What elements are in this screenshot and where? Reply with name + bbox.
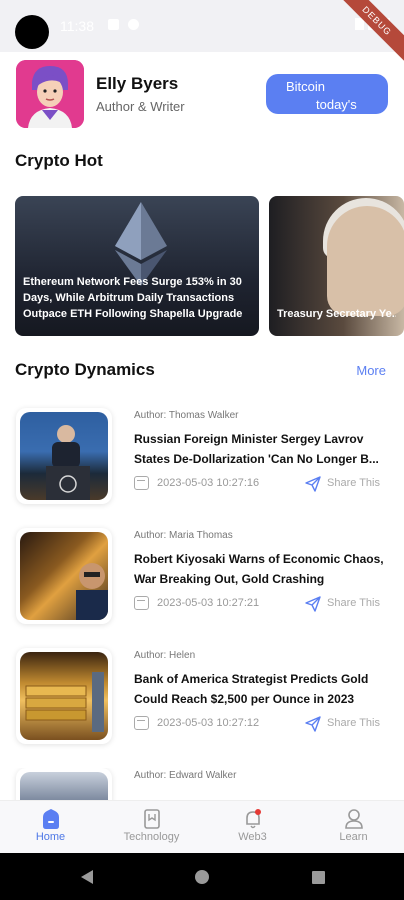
share-link[interactable]: Share This [327, 477, 380, 489]
podium-speaker-image [46, 425, 90, 500]
avatar-illustration-icon [16, 60, 84, 128]
portrait-face [327, 206, 404, 316]
article-author: Author: Helen [134, 650, 196, 661]
price-button-line1: Bitcoin [286, 79, 326, 94]
calendar-icon [134, 716, 149, 730]
notification-p-icon [128, 19, 139, 30]
hot-card[interactable]: Ethereum Network Fees Surge 153% in 30 D… [15, 196, 259, 336]
gold-bars-image [25, 672, 104, 732]
nav-label: Home [35, 831, 66, 843]
article-item[interactable]: Author: Edward Walker [0, 768, 404, 800]
article-date: 2023-05-03 10:27:16 [157, 477, 260, 489]
nav-home[interactable]: Home [0, 801, 101, 854]
article-date: 2023-05-03 10:27:12 [157, 717, 260, 729]
nav-label: Technology [123, 831, 180, 843]
price-button-line2: today's price [316, 97, 357, 130]
article-thumbnail [20, 772, 108, 800]
article-author: Author: Edward Walker [134, 770, 237, 781]
article-item[interactable]: Author: Thomas Walker Russian Foreign Mi… [0, 408, 404, 528]
hot-card-caption: Treasury Secretary Ye... Default on Its … [277, 308, 396, 320]
article-meta: 2023-05-03 10:27:16 Share This [134, 476, 392, 492]
status-bar: 11:38 DEBUG [0, 0, 404, 67]
camera-cutout [15, 15, 49, 49]
nav-web3[interactable]: Web3 [202, 801, 303, 854]
article-headline: Robert Kiyosaki Warns of Economic Chaos,… [134, 552, 384, 586]
web3-bell-icon [246, 809, 261, 829]
share-link[interactable]: Share This [327, 717, 380, 729]
user-role: Author & Writer [96, 99, 185, 114]
notification-a-icon [108, 19, 119, 30]
article-thumbnail-frame [16, 648, 112, 744]
article-thumbnail [20, 532, 108, 620]
more-link[interactable]: More [356, 363, 386, 378]
article-thumbnail-frame [16, 528, 112, 624]
article-meta: 2023-05-03 10:27:21 Share This [134, 596, 392, 612]
user-name: Elly Byers [96, 74, 179, 93]
bottom-nav: Home Technology Web3 Learn [0, 800, 404, 853]
article-thumbnail-frame [16, 408, 112, 504]
back-icon[interactable] [81, 870, 93, 884]
article-thumbnail-frame [16, 768, 112, 800]
home-circle-icon[interactable] [195, 870, 209, 884]
hot-card[interactable]: Treasury Secretary Ye... Default on Its … [269, 196, 404, 336]
system-nav-bar [0, 853, 404, 900]
article-date: 2023-05-03 10:27:21 [157, 597, 260, 609]
crypto-dynamics-title: Crypto Dynamics [15, 360, 155, 379]
recents-icon[interactable] [312, 871, 325, 884]
burning-city-portrait-image [76, 563, 108, 620]
status-time: 11:38 [60, 18, 94, 34]
nav-learn[interactable]: Learn [303, 801, 404, 854]
send-share-icon[interactable] [304, 475, 322, 493]
article-meta: 2023-05-03 10:27:12 Share This [134, 716, 392, 732]
article-headline [134, 789, 392, 800]
nav-label: Learn [339, 831, 368, 843]
calendar-icon [134, 476, 149, 490]
hot-card-caption: Ethereum Network Fees Surge 153% in 30 D… [23, 276, 243, 320]
profile-header: Elly Byers Author & Writer Bitcoin today… [16, 60, 388, 130]
nav-label: Web3 [238, 831, 267, 843]
send-share-icon[interactable] [304, 595, 322, 613]
article-thumbnail [20, 652, 108, 740]
technology-icon [144, 809, 160, 829]
send-share-icon[interactable] [304, 715, 322, 733]
article-author: Author: Maria Thomas [134, 530, 233, 541]
nav-technology[interactable]: Technology [101, 801, 202, 854]
article-item[interactable]: Author: Helen Bank of America Strategist… [0, 648, 404, 768]
article-thumbnail [20, 412, 108, 500]
bitcoin-price-button[interactable]: Bitcoin today's price [266, 74, 388, 130]
article-headline: Bank of America Strategist Predicts Gold… [134, 672, 369, 706]
home-icon [43, 809, 59, 829]
debug-ribbon: DEBUG [331, 0, 404, 67]
article-headline: Russian Foreign Minister Sergey Lavrov S… [134, 432, 379, 466]
avatar[interactable] [16, 60, 84, 128]
article-author: Author: Thomas Walker [134, 410, 239, 421]
calendar-icon [134, 596, 149, 610]
crypto-hot-title: Crypto Hot [15, 151, 103, 170]
share-link[interactable]: Share This [327, 597, 380, 609]
article-item[interactable]: Author: Maria Thomas Robert Kiyosaki War… [0, 528, 404, 648]
learn-person-icon [345, 809, 363, 829]
